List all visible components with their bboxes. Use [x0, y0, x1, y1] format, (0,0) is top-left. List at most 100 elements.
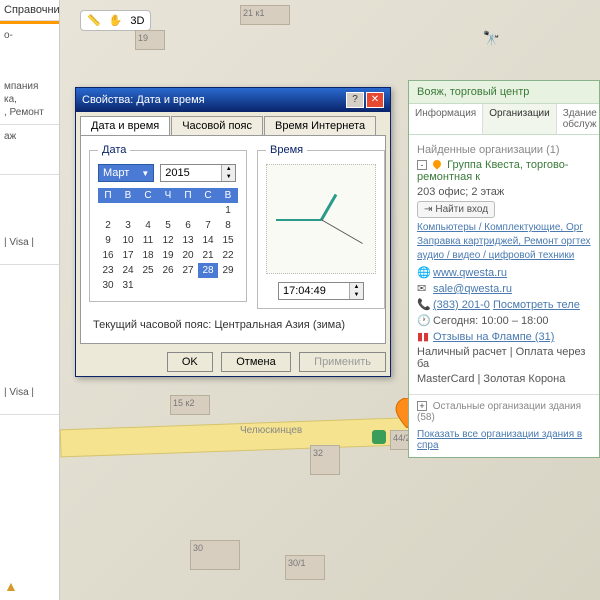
- building[interactable]: 19: [135, 30, 165, 50]
- sidebar-section-2: аж: [0, 125, 59, 175]
- calendar-day: [118, 203, 138, 218]
- panel-tabs: Информация Организации Здание обслуж: [409, 104, 599, 135]
- find-entrance-button[interactable]: ⇥Найти вход: [417, 201, 495, 218]
- flamp-icon: ▮▮: [417, 330, 429, 343]
- email-link[interactable]: sale@qwesta.ru: [433, 283, 512, 295]
- ruler-icon[interactable]: 📏: [87, 14, 101, 27]
- second-hand: [321, 219, 363, 244]
- help-button[interactable]: ?: [346, 92, 364, 108]
- rest-orgs: Остальные организации здания (58): [417, 401, 581, 423]
- calendar-day[interactable]: 30: [98, 278, 118, 293]
- calendar-day[interactable]: 10: [118, 233, 138, 248]
- calendar-day[interactable]: 11: [138, 233, 158, 248]
- left-sidebar: Справочники о- мпания ка, , Ремонт аж | …: [0, 0, 60, 600]
- calendar-day[interactable]: 15: [218, 233, 238, 248]
- close-button[interactable]: ✕: [366, 92, 384, 108]
- time-down[interactable]: ▼: [350, 291, 363, 299]
- calendar-day[interactable]: 29: [218, 263, 238, 278]
- calendar-day[interactable]: 4: [138, 218, 158, 233]
- building[interactable]: 15 к2: [170, 395, 210, 415]
- org-panel: Вояж, торговый центр Информация Организа…: [408, 80, 600, 458]
- panel-footer: + Остальные организации здания (58) Пока…: [409, 394, 599, 457]
- building[interactable]: 21 к1: [240, 5, 290, 25]
- date-legend: Дата: [98, 144, 130, 156]
- dialog-buttons: OK Отмена Применить: [76, 348, 390, 376]
- building[interactable]: 30/1: [285, 555, 325, 580]
- 3d-toggle[interactable]: 3D: [130, 15, 144, 27]
- calendar-day: [158, 278, 178, 293]
- time-spinner[interactable]: ▲▼: [278, 282, 364, 300]
- calendar-day[interactable]: 28: [198, 263, 218, 278]
- calendar-day[interactable]: 27: [178, 263, 198, 278]
- calendar-day: [98, 203, 118, 218]
- website-link[interactable]: www.qwesta.ru: [433, 267, 507, 279]
- tab-orgs[interactable]: Организации: [483, 104, 556, 134]
- tab-timezone[interactable]: Часовой пояс: [171, 116, 263, 135]
- calendar-day[interactable]: 14: [198, 233, 218, 248]
- calendar: ПВСЧПСВ 12345678910111213141516171819202…: [98, 188, 238, 293]
- calendar-day[interactable]: 12: [158, 233, 178, 248]
- calendar-day[interactable]: 1: [218, 203, 238, 218]
- tab-internet-time[interactable]: Время Интернета: [264, 116, 376, 135]
- sidebar-section-1: о- мпания ка, , Ремонт: [0, 24, 59, 125]
- calendar-day[interactable]: 21: [198, 248, 218, 263]
- tab-datetime[interactable]: Дата и время: [80, 116, 170, 135]
- apply-button[interactable]: Применить: [299, 352, 386, 372]
- time-input[interactable]: [279, 283, 349, 299]
- show-phone-link[interactable]: Посмотреть теле: [493, 299, 580, 311]
- calendar-day: [158, 203, 178, 218]
- tab-service[interactable]: Здание обслуж: [557, 104, 600, 134]
- minute-hand: [276, 219, 321, 221]
- calendar-day[interactable]: 19: [158, 248, 178, 263]
- calendar-day[interactable]: 23: [98, 263, 118, 278]
- payment-1: Наличный расчет | Оплата через ба: [417, 346, 591, 370]
- hour-hand: [320, 194, 338, 221]
- calendar-day[interactable]: 18: [138, 248, 158, 263]
- org-address: 203 офис; 2 этаж: [417, 186, 591, 198]
- calendar-day[interactable]: 3: [118, 218, 138, 233]
- timezone-label: Текущий часовой пояс: Центральная Азия (…: [89, 309, 377, 335]
- binoculars-icon[interactable]: 🔭: [483, 30, 500, 47]
- building[interactable]: 30: [190, 540, 240, 570]
- calendar-day[interactable]: 16: [98, 248, 118, 263]
- calendar-day: [198, 278, 218, 293]
- year-spinner[interactable]: ▲▼: [160, 164, 236, 182]
- calendar-day[interactable]: 8: [218, 218, 238, 233]
- calendar-day: [178, 203, 198, 218]
- hand-icon[interactable]: ✋: [109, 14, 123, 27]
- tab-info[interactable]: Информация: [409, 104, 483, 134]
- show-all-link[interactable]: Показать все организации здания в спра: [417, 429, 582, 451]
- reviews-link[interactable]: Отзывы на Флампе (31): [433, 331, 554, 343]
- calendar-day[interactable]: 26: [158, 263, 178, 278]
- calendar-day[interactable]: 6: [178, 218, 198, 233]
- calendar-day[interactable]: 2: [98, 218, 118, 233]
- building[interactable]: 32: [310, 445, 340, 475]
- year-up[interactable]: ▲: [222, 165, 235, 173]
- month-select[interactable]: Март▼: [98, 164, 154, 182]
- phone: (383) 201-0: [433, 299, 490, 311]
- calendar-day[interactable]: 25: [138, 263, 158, 278]
- dialog-titlebar[interactable]: Свойства: Дата и время ? ✕: [76, 88, 390, 112]
- year-down[interactable]: ▼: [222, 173, 235, 181]
- calendar-day: [178, 278, 198, 293]
- calendar-day[interactable]: 17: [118, 248, 138, 263]
- bank-icon[interactable]: [372, 430, 386, 444]
- calendar-day[interactable]: 31: [118, 278, 138, 293]
- year-input[interactable]: [161, 165, 221, 181]
- sidebar-header[interactable]: Справочники: [0, 0, 59, 21]
- time-up[interactable]: ▲: [350, 283, 363, 291]
- calendar-day[interactable]: 20: [178, 248, 198, 263]
- calendar-day[interactable]: 22: [218, 248, 238, 263]
- calendar-day[interactable]: 24: [118, 263, 138, 278]
- cancel-button[interactable]: Отмена: [221, 352, 290, 372]
- collapse-icon[interactable]: -: [417, 160, 427, 170]
- expand-icon[interactable]: +: [417, 401, 427, 411]
- phone-icon: 📞: [417, 298, 429, 311]
- calendar-day[interactable]: 5: [158, 218, 178, 233]
- ok-button[interactable]: OK: [167, 352, 213, 372]
- calendar-day[interactable]: 9: [98, 233, 118, 248]
- calendar-day: [218, 278, 238, 293]
- calendar-day[interactable]: 13: [178, 233, 198, 248]
- calendar-day[interactable]: 7: [198, 218, 218, 233]
- org-row[interactable]: - Группа Квеста, торгово-ремонтная к: [417, 159, 591, 183]
